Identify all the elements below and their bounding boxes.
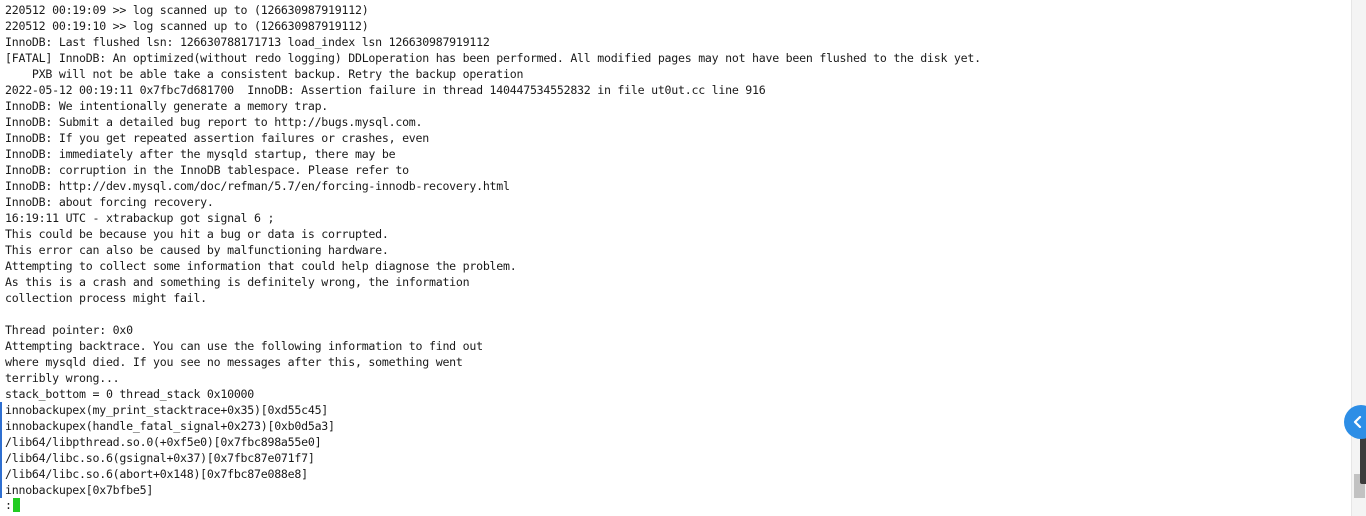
terminal-line: InnoDB: immediately after the mysqld sta…: [5, 147, 396, 161]
terminal-line: [FATAL] InnoDB: An optimized(without red…: [5, 51, 981, 65]
terminal-line: Attempting backtrace. You can use the fo…: [5, 339, 483, 353]
terminal-line: Thread pointer: 0x0: [5, 323, 133, 337]
selection-marker: [0, 402, 2, 418]
pager-prompt[interactable]: :: [5, 497, 20, 513]
selection-marker: [0, 434, 2, 450]
terminal-line: This error can also be caused by malfunc…: [5, 243, 389, 257]
terminal-line: stack_bottom = 0 thread_stack 0x10000: [5, 387, 255, 401]
terminal-line: 2022-05-12 00:19:11 0x7fbc7d681700 InnoD…: [5, 83, 766, 97]
selection-marker: [0, 450, 2, 466]
terminal-line: InnoDB: corruption in the InnoDB tablesp…: [5, 163, 409, 177]
selection-marker: [0, 418, 2, 434]
terminal-line: /lib64/libpthread.so.0(+0xf5e0)[0x7fbc89…: [5, 435, 322, 449]
terminal-line: terribly wrong...: [5, 371, 120, 385]
terminal-output[interactable]: 220512 00:19:09 >> log scanned up to (12…: [0, 0, 1352, 516]
terminal-line: 220512 00:19:09 >> log scanned up to (12…: [5, 3, 369, 17]
terminal-line: InnoDB: http://dev.mysql.com/doc/refman/…: [5, 179, 510, 193]
terminal-line: innobackupex(handle_fatal_signal+0x273)[…: [5, 419, 335, 433]
terminal-line: where mysqld died. If you see no message…: [5, 355, 463, 369]
text-cursor: [12, 498, 20, 512]
terminal-line: This could be because you hit a bug or d…: [5, 227, 389, 241]
terminal-line: innobackupex(my_print_stacktrace+0x35)[0…: [5, 403, 329, 417]
chevron-left-icon: [1353, 416, 1363, 428]
terminal-line: InnoDB: Last flushed lsn: 12663078817171…: [5, 35, 490, 49]
prompt-text: :: [5, 498, 12, 512]
terminal-line: /lib64/libc.so.6(gsignal+0x37)[0x7fbc87e…: [5, 451, 315, 465]
terminal-line: 16:19:11 UTC - xtrabackup got signal 6 ;: [5, 211, 275, 225]
terminal-line: InnoDB: We intentionally generate a memo…: [5, 99, 329, 113]
terminal-line: InnoDB: Submit a detailed bug report to …: [5, 115, 423, 129]
selection-marker: [0, 466, 2, 482]
terminal-line: /lib64/libc.so.6(abort+0x148)[0x7fbc87e0…: [5, 467, 308, 481]
terminal-line: InnoDB: about forcing recovery.: [5, 195, 214, 209]
terminal-line: Attempting to collect some information t…: [5, 259, 517, 273]
terminal-line: innobackupex[0x7bfbe5]: [5, 483, 154, 497]
terminal-line: 220512 00:19:10 >> log scanned up to (12…: [5, 19, 369, 33]
terminal-line: collection process might fail.: [5, 291, 207, 305]
terminal-lines: 220512 00:19:09 >> log scanned up to (12…: [5, 2, 981, 498]
terminal-line: As this is a crash and something is defi…: [5, 275, 470, 289]
terminal-line: InnoDB: If you get repeated assertion fa…: [5, 131, 429, 145]
selection-marker: [0, 482, 2, 498]
terminal-line: PXB will not be able take a consistent b…: [5, 67, 524, 81]
